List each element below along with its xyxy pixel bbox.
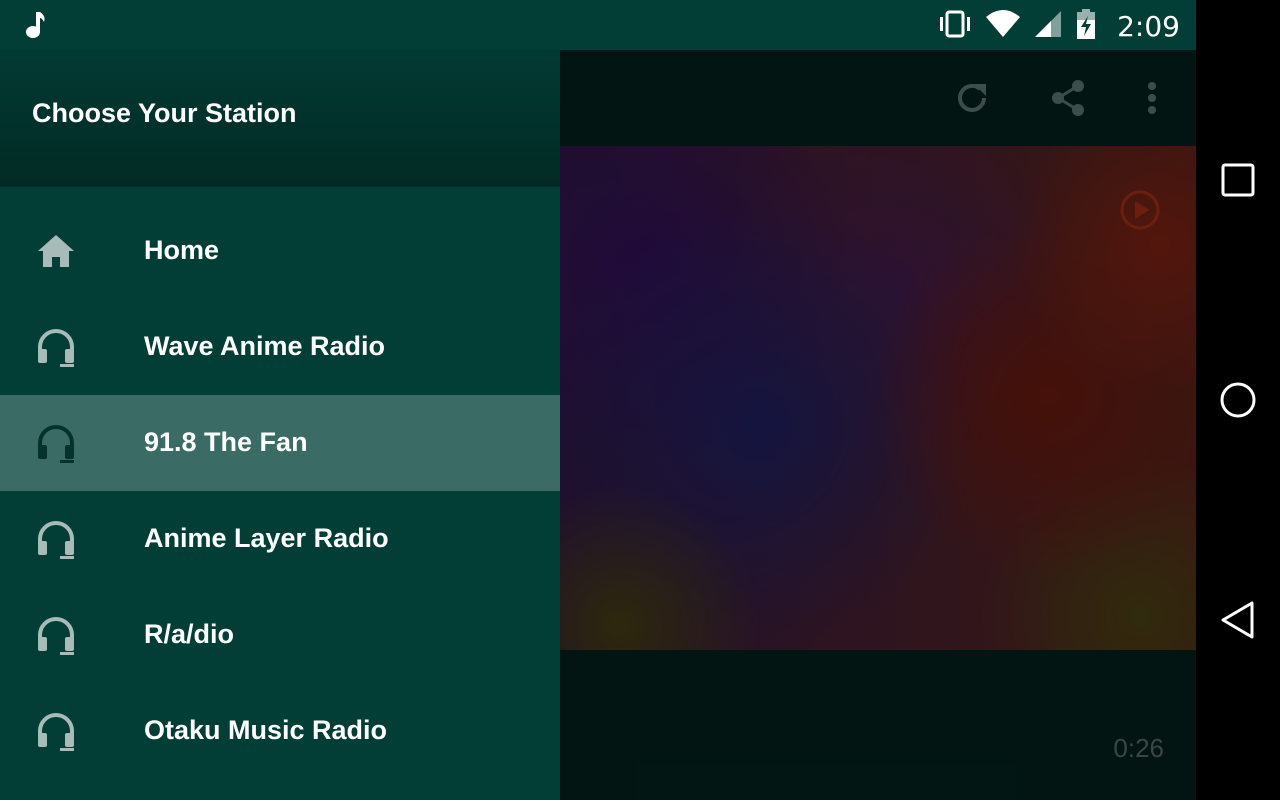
headphones-icon <box>36 423 76 463</box>
cell-signal-icon <box>1033 9 1063 44</box>
vibrate-icon <box>937 9 973 44</box>
nav-item-radio[interactable]: R/a/dio <box>0 587 560 683</box>
navigation-drawer: Choose Your Station Home Wave Anime Radi… <box>0 50 560 800</box>
status-bar: 2:09 <box>0 0 1196 50</box>
drawer-scrim[interactable] <box>560 50 1196 800</box>
headphones-icon <box>36 711 76 751</box>
home-icon <box>36 231 76 271</box>
music-note-icon <box>24 10 48 45</box>
drawer-header: Choose Your Station <box>0 50 560 187</box>
nav-item-label: Wave Anime Radio <box>144 331 386 361</box>
recents-button[interactable] <box>1216 158 1260 202</box>
nav-item-91-8-the-fan[interactable]: 91.8 The Fan <box>0 395 560 491</box>
nav-item-label: R/a/dio <box>144 619 235 649</box>
nav-item-wave-anime-radio[interactable]: Wave Anime Radio <box>0 299 560 395</box>
station-list: Home Wave Anime Radio 91.8 The Fan Anime… <box>0 203 560 779</box>
nav-item-anime-layer-radio[interactable]: Anime Layer Radio <box>0 491 560 587</box>
nav-item-label: Anime Layer Radio <box>144 523 389 553</box>
nav-item-label: Home <box>144 235 220 265</box>
nav-item-home[interactable]: Home <box>0 203 560 299</box>
wifi-icon <box>985 9 1021 44</box>
nav-item-otaku-music-radio[interactable]: Otaku Music Radio <box>0 683 560 779</box>
app-screen: 2:09 0:26 Choose Your Station Home Wave … <box>0 0 1196 800</box>
home-button[interactable] <box>1216 378 1260 422</box>
back-button[interactable] <box>1216 598 1260 642</box>
clock: 2:09 <box>1117 10 1180 43</box>
nav-item-label: Otaku Music Radio <box>144 715 388 745</box>
nav-item-label: 91.8 The Fan <box>144 427 308 457</box>
headphones-icon <box>36 327 76 367</box>
headphones-icon <box>36 519 76 559</box>
system-navigation-bar <box>1196 0 1280 800</box>
headphones-icon <box>36 615 76 655</box>
battery-charging-icon <box>1075 8 1097 45</box>
drawer-title: Choose Your Station <box>32 98 297 128</box>
